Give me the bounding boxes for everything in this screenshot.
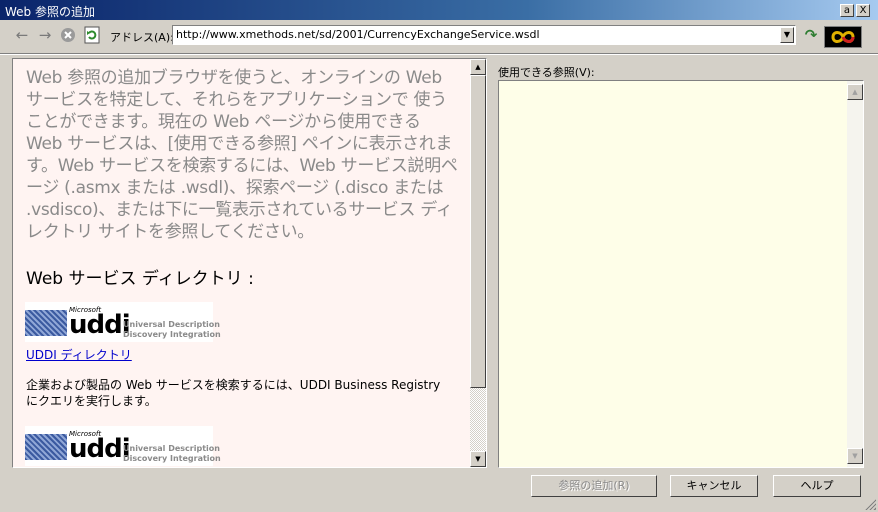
uddi-logo-line2: Discovery Integration (123, 454, 221, 463)
address-value: http://www.xmethods.net/sd/2001/Currency… (176, 28, 540, 41)
scroll-down-icon[interactable]: ▼ (470, 451, 486, 467)
scroll-thumb[interactable] (470, 75, 486, 388)
title-bar: Web 参照の追加 a X (0, 0, 878, 20)
intro-text: Web 参照の追加ブラウザを使うと、オンラインの Web サービスを特定して、そ… (26, 68, 458, 242)
refresh-icon[interactable] (82, 25, 102, 45)
vs-logo-icon (824, 26, 862, 48)
add-reference-button[interactable]: 参照の追加(R) (531, 475, 657, 497)
uddi-description: 企業および製品の Web サービスを検索するには、UDDI Business R… (26, 378, 441, 408)
directory-heading: Web サービス ディレクトリ : (26, 269, 254, 289)
help-button[interactable]: ヘルプ (773, 475, 861, 497)
forward-arrow-icon[interactable]: → (35, 25, 55, 45)
uddi-logo[interactable]: Microsoft uddi Universal Description Dis… (25, 302, 221, 342)
uddi-logo-line1: Universal Description (123, 320, 220, 329)
cancel-button[interactable]: キャンセル (670, 475, 758, 497)
navigation-toolbar: ← → アドレス(A): http://www.xmethods.net/sd/… (0, 22, 878, 50)
references-scrollbar[interactable]: ▲ ▼ (847, 81, 863, 467)
scroll-up-icon[interactable]: ▲ (847, 84, 863, 100)
help-title-button[interactable]: a (840, 4, 854, 17)
resize-grip-icon[interactable] (864, 498, 876, 510)
toolbar-separator (0, 53, 878, 55)
uddi-badge-icon (25, 310, 67, 336)
scroll-up-icon[interactable]: ▲ (470, 59, 486, 75)
uddi-logo-line1: Universal Description (123, 444, 220, 453)
address-label: アドレス(A): (110, 31, 174, 44)
pane-splitter[interactable] (489, 58, 493, 468)
uddi-badge-icon (25, 434, 67, 460)
uddi-logo-word: uddi (69, 434, 131, 464)
address-dropdown-icon[interactable]: ▼ (780, 27, 794, 43)
browser-pane[interactable]: Web 参照の追加ブラウザを使うと、オンラインの Web サービスを特定して、そ… (12, 58, 487, 468)
uddi-directory-link[interactable]: UDDI ディレクトリ (26, 346, 132, 363)
scroll-down-icon[interactable]: ▼ (847, 448, 863, 464)
window-title: Web 参照の追加 (5, 5, 95, 19)
available-references-list[interactable]: ▲ ▼ (498, 80, 864, 468)
stop-icon[interactable] (58, 25, 78, 45)
back-arrow-icon[interactable]: ← (12, 25, 32, 45)
address-input[interactable]: http://www.xmethods.net/sd/2001/Currency… (172, 25, 796, 45)
uddi-logo-word: uddi (69, 310, 131, 340)
browser-content: Web 参照の追加ブラウザを使うと、オンラインの Web サービスを特定して、そ… (13, 59, 471, 467)
close-button[interactable]: X (856, 4, 870, 17)
uddi-logo-second[interactable]: Microsoft uddi Universal Description Dis… (25, 426, 221, 466)
uddi-logo-line2: Discovery Integration (123, 330, 221, 339)
browser-scrollbar[interactable]: ▲ ▼ (470, 59, 486, 467)
go-arrow-icon[interactable]: ↷ (802, 26, 820, 44)
available-references-label: 使用できる参照(V): (498, 66, 595, 79)
